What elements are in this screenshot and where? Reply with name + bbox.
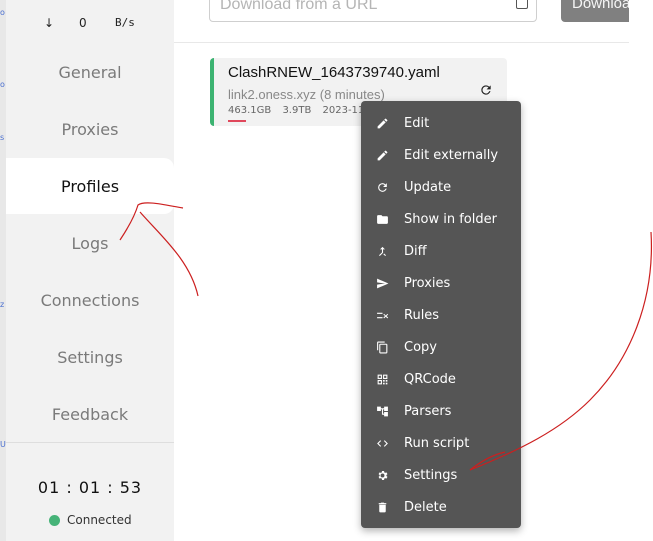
sidebar: ↓ 0 B/s General Proxies Profiles Logs Co… (6, 0, 174, 541)
menu-item-proxies[interactable]: Proxies (361, 267, 521, 299)
send-icon (375, 276, 389, 290)
usage-progress-bar (228, 120, 246, 122)
rules-icon (375, 308, 389, 322)
profile-selected-indicator (210, 58, 214, 126)
profile-name: ClashRNEW_1643739740.yaml (228, 64, 440, 81)
window-edge (629, 0, 653, 541)
sidebar-item-settings[interactable]: Settings (6, 329, 174, 385)
menu-item-update[interactable]: Update (361, 171, 521, 203)
menu-item-settings[interactable]: Settings (361, 459, 521, 491)
menu-item-label: Show in folder (404, 211, 497, 227)
paste-icon[interactable] (516, 0, 528, 9)
refresh-icon[interactable] (479, 83, 493, 101)
url-input-placeholder: Download from a URL (220, 0, 378, 13)
menu-item-label: Diff (404, 243, 427, 259)
connection-status: Connected (49, 513, 132, 527)
url-input[interactable]: Download from a URL (209, 0, 537, 22)
header-divider (174, 42, 629, 43)
menu-item-rules[interactable]: Rules (361, 299, 521, 331)
menu-item-label: Copy (404, 339, 437, 355)
code-icon (375, 436, 389, 450)
download-speed-value: 0 (79, 16, 87, 30)
qrcode-icon (375, 372, 389, 386)
download-arrow-icon: ↓ (44, 16, 55, 30)
menu-item-qrcode[interactable]: QRCode (361, 363, 521, 395)
uptime-clock: 01 : 01 : 53 (37, 478, 143, 497)
menu-item-diff[interactable]: Diff (361, 235, 521, 267)
sidebar-item-feedback[interactable]: Feedback (6, 386, 174, 442)
pencil-icon (375, 116, 389, 130)
menu-item-show-in-folder[interactable]: Show in folder (361, 203, 521, 235)
traffic-speed: ↓ 0 B/s (6, 10, 174, 40)
refresh-icon (375, 180, 389, 194)
menu-item-label: Rules (404, 307, 440, 323)
sidebar-item-profiles[interactable]: Profiles (6, 158, 174, 214)
status-dot-icon (49, 514, 60, 526)
menu-item-label: Delete (404, 499, 447, 515)
menu-item-label: Settings (404, 467, 458, 483)
profile-used: 463.1GB (228, 105, 272, 116)
menu-item-label: Edit (404, 115, 430, 131)
sidebar-item-logs[interactable]: Logs (6, 215, 174, 271)
download-button[interactable]: Downloa (561, 0, 629, 22)
profile-total: 3.9TB (282, 105, 312, 116)
menu-item-parsers[interactable]: Parsers (361, 395, 521, 427)
menu-item-label: Edit externally (404, 147, 499, 163)
menu-item-edit[interactable]: Edit (361, 107, 521, 139)
tree-icon (375, 404, 389, 418)
trash-icon (375, 500, 389, 514)
menu-item-label: Update (404, 179, 452, 195)
sidebar-item-connections[interactable]: Connections (6, 272, 174, 328)
profile-date: 2023-11 (322, 105, 365, 116)
status-label: Connected (67, 513, 132, 527)
profile-meta: 463.1GB 3.9TB 2023-11 (228, 105, 372, 116)
profile-context-menu: Edit Edit externally Update Show in fold… (361, 101, 521, 528)
pencil-icon (375, 148, 389, 162)
menu-item-label: Parsers (404, 403, 452, 419)
sidebar-item-general[interactable]: General (6, 44, 174, 100)
folder-icon (375, 212, 389, 226)
menu-item-label: QRCode (404, 371, 456, 387)
gear-icon (375, 468, 389, 482)
sidebar-item-proxies[interactable]: Proxies (6, 101, 174, 157)
menu-item-copy[interactable]: Copy (361, 331, 521, 363)
download-speed-unit: B/s (115, 16, 135, 29)
menu-item-delete[interactable]: Delete (361, 491, 521, 523)
profile-source: link2.oness.xyz (8 minutes) (228, 87, 385, 102)
sidebar-divider (6, 442, 174, 443)
menu-item-label: Proxies (404, 275, 451, 291)
menu-item-run-script[interactable]: Run script (361, 427, 521, 459)
menu-item-label: Run script (404, 435, 470, 451)
copy-icon (375, 340, 389, 354)
menu-item-edit-externally[interactable]: Edit externally (361, 139, 521, 171)
merge-icon (375, 244, 389, 258)
